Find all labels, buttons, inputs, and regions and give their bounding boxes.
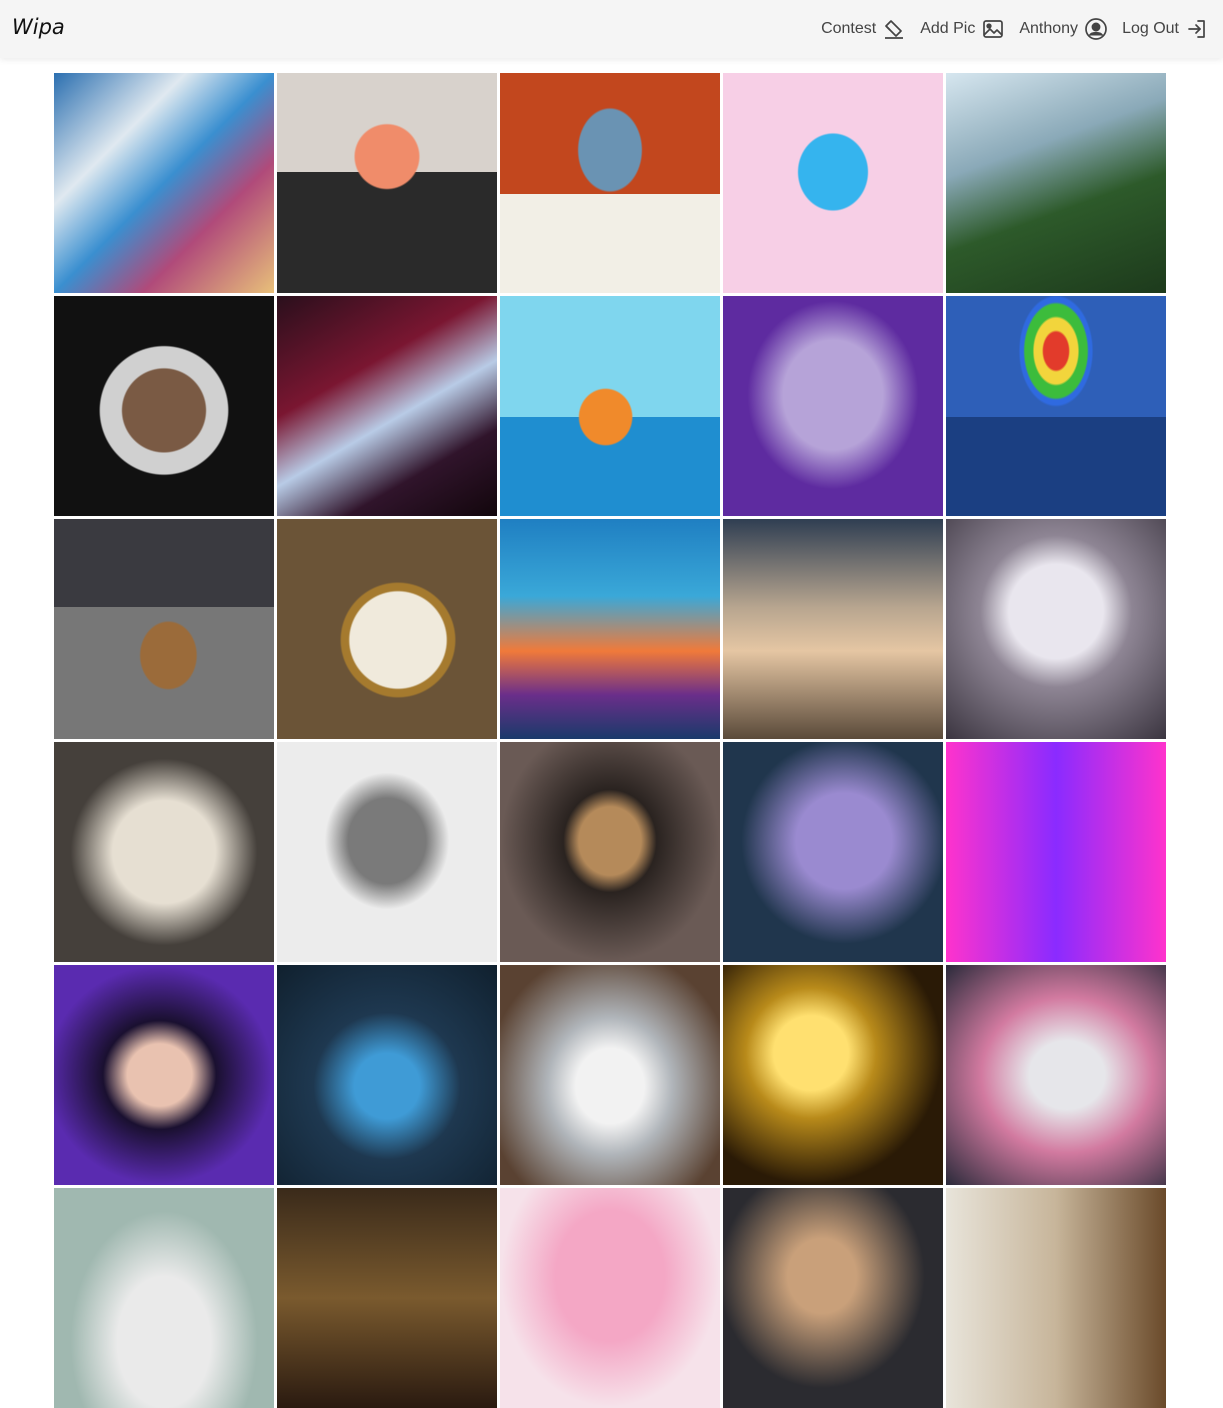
gallery-image[interactable] xyxy=(54,73,274,293)
gallery-image[interactable] xyxy=(946,519,1166,739)
gallery-image[interactable] xyxy=(500,965,720,1185)
gallery-image[interactable] xyxy=(277,1188,497,1408)
gallery-image[interactable] xyxy=(500,519,720,739)
gallery-image[interactable] xyxy=(500,296,720,516)
gallery-image[interactable] xyxy=(54,519,274,739)
gallery-image[interactable] xyxy=(54,742,274,962)
image-grid xyxy=(54,73,1167,1408)
gallery-image[interactable] xyxy=(723,965,943,1185)
gallery-image[interactable] xyxy=(500,742,720,962)
gallery-image[interactable] xyxy=(723,1188,943,1408)
contest-link[interactable]: Contest xyxy=(821,17,906,41)
contest-label: Contest xyxy=(821,20,877,37)
gallery-image[interactable] xyxy=(946,296,1166,516)
gallery-image[interactable] xyxy=(946,73,1166,293)
gallery-image[interactable] xyxy=(723,742,943,962)
nav-menu: Contest Add Pic Anthony Log Out xyxy=(821,0,1209,58)
gallery-image[interactable] xyxy=(277,73,497,293)
username-label: Anthony xyxy=(1019,20,1079,37)
gallery-image[interactable] xyxy=(277,296,497,516)
gallery-image[interactable] xyxy=(54,965,274,1185)
gallery-image[interactable] xyxy=(500,1188,720,1408)
top-navbar: Wipa Contest Add Pic Anthony Log Out xyxy=(0,0,1223,58)
add-pic-link[interactable]: Add Pic xyxy=(920,17,1005,41)
gallery-image[interactable] xyxy=(277,742,497,962)
gallery-image[interactable] xyxy=(723,296,943,516)
brand-logo[interactable]: Wipa xyxy=(12,15,65,39)
gallery-image[interactable] xyxy=(54,296,274,516)
user-menu[interactable]: Anthony xyxy=(1019,17,1108,41)
logout-icon xyxy=(1185,17,1209,41)
add-pic-label: Add Pic xyxy=(920,20,976,37)
gallery-image[interactable] xyxy=(277,965,497,1185)
gallery-image[interactable] xyxy=(946,742,1166,962)
gallery-image[interactable] xyxy=(946,965,1166,1185)
eraser-icon xyxy=(882,17,906,41)
gallery-image[interactable] xyxy=(723,519,943,739)
logout-label: Log Out xyxy=(1122,20,1179,37)
gallery-image[interactable] xyxy=(277,519,497,739)
gallery-image[interactable] xyxy=(946,1188,1166,1408)
image-icon xyxy=(981,17,1005,41)
logout-link[interactable]: Log Out xyxy=(1122,17,1209,41)
gallery-image[interactable] xyxy=(54,1188,274,1408)
gallery-image[interactable] xyxy=(723,73,943,293)
user-avatar-icon xyxy=(1084,17,1108,41)
gallery-image[interactable] xyxy=(500,73,720,293)
